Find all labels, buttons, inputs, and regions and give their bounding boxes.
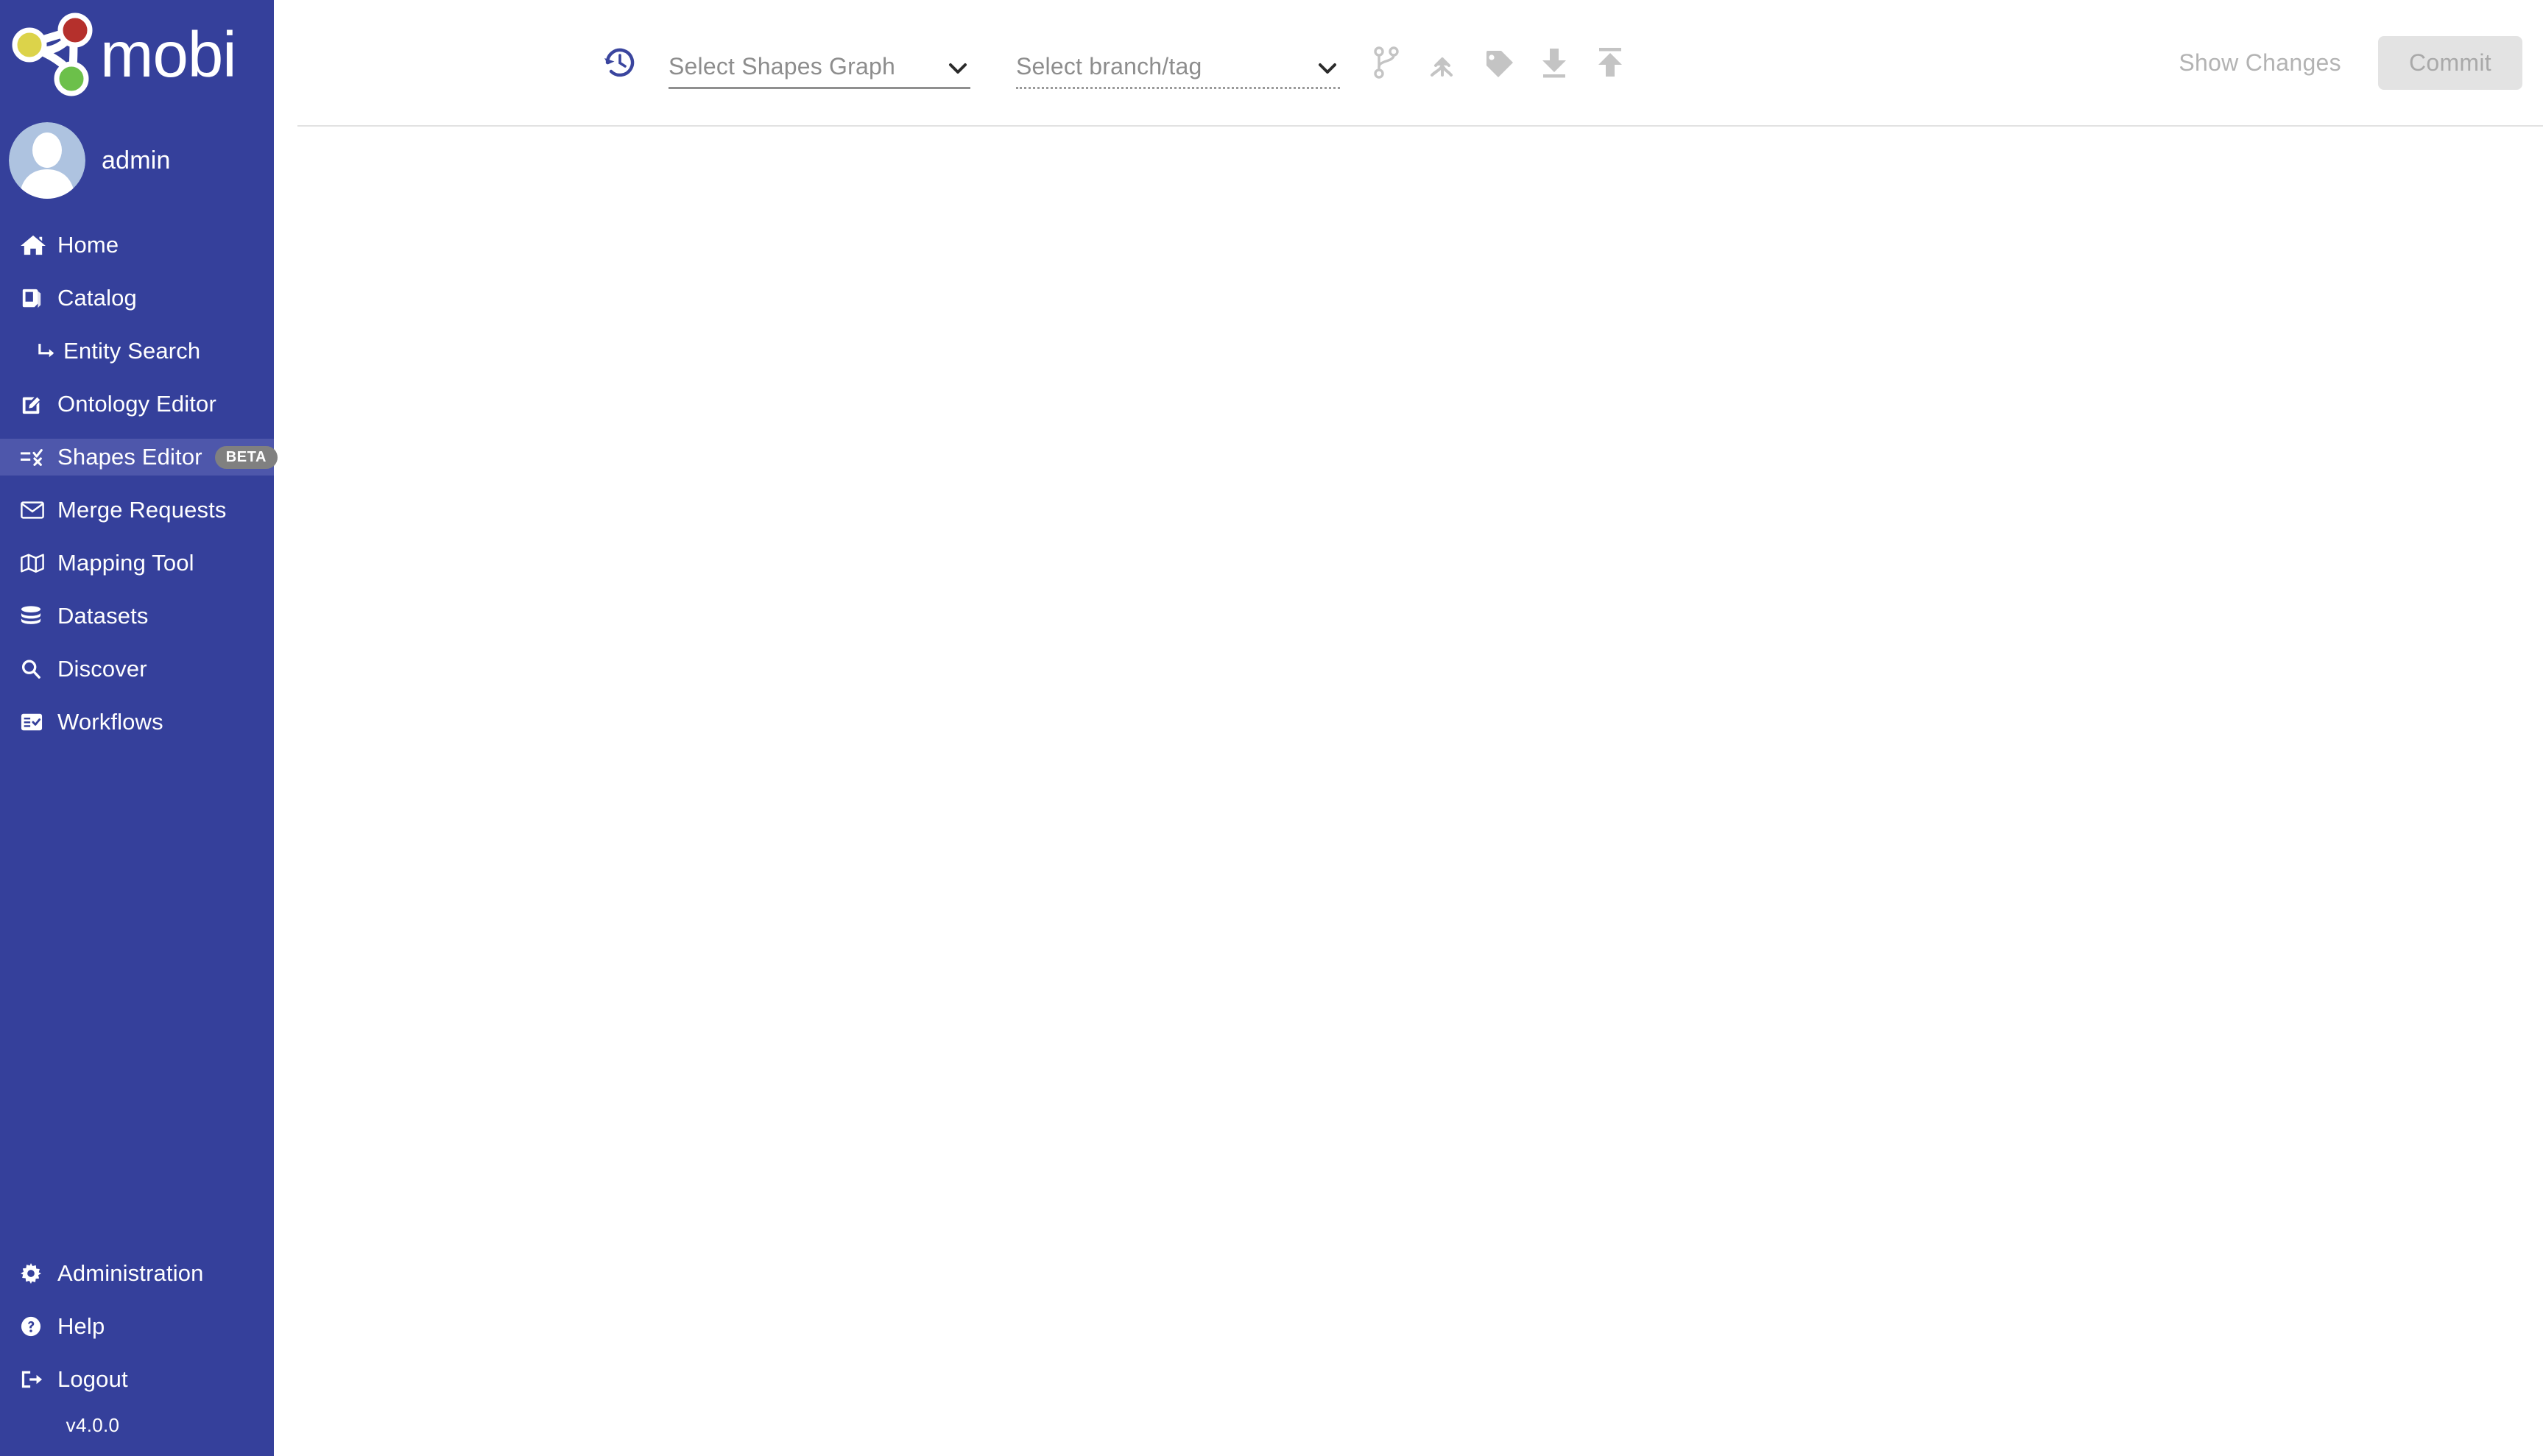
question-circle-icon bbox=[21, 1314, 50, 1339]
sidebar-flex-spacer bbox=[0, 757, 274, 1255]
app-root: mobi admin Home Catalog Entity Search On… bbox=[0, 0, 2543, 1456]
sidebar-nav: Home Catalog Entity Search Ontology Edit… bbox=[0, 227, 278, 757]
sidebar-item-label: Mapping Tool bbox=[57, 550, 194, 576]
sidebar-item-label: Catalog bbox=[57, 285, 137, 311]
user-name: admin bbox=[102, 146, 171, 174]
branch-tag-select[interactable]: Select branch/tag bbox=[1016, 36, 1340, 89]
sidebar-item-merge-requests[interactable]: Merge Requests bbox=[0, 492, 274, 529]
toolbar-actions bbox=[1364, 40, 1643, 85]
sidebar-item-label: Shapes Editor bbox=[57, 444, 202, 470]
sidebar-item-label: Merge Requests bbox=[57, 497, 227, 523]
sidebar-item-label: Entity Search bbox=[63, 338, 201, 364]
sidebar-item-mapping-tool[interactable]: Mapping Tool bbox=[0, 545, 274, 582]
sidebar-item-workflows[interactable]: Workflows bbox=[0, 704, 274, 741]
database-icon bbox=[21, 604, 50, 629]
status-badge: BETA bbox=[214, 445, 278, 469]
sidebar-item-label: Help bbox=[57, 1313, 105, 1339]
code-branch-icon[interactable] bbox=[1364, 40, 1409, 85]
sidebar-item-ontology-editor[interactable]: Ontology Editor bbox=[0, 386, 274, 423]
shapes-editor-toolbar: Select Shapes Graph Select branch/tag Sh… bbox=[297, 0, 2543, 127]
sidebar-item-label: Administration bbox=[57, 1260, 204, 1286]
chevron-down-icon bbox=[1315, 55, 1340, 80]
envelope-icon bbox=[21, 498, 50, 523]
sidebar-item-shapes-editor[interactable]: Shapes Editor BETA bbox=[0, 439, 278, 476]
show-changes-button[interactable]: Show Changes bbox=[2164, 39, 2356, 87]
download-icon[interactable] bbox=[1531, 40, 1577, 85]
tag-icon[interactable] bbox=[1475, 40, 1521, 85]
shapes-editor-content bbox=[297, 127, 2543, 1456]
main-area: Select Shapes Graph Select branch/tag Sh… bbox=[274, 0, 2543, 1456]
select-underline-disabled bbox=[1016, 87, 1340, 89]
brand-name: mobi bbox=[100, 18, 237, 91]
pencil-square-icon bbox=[21, 392, 50, 417]
home-icon bbox=[21, 233, 50, 258]
arrow-turn-down-right-icon bbox=[37, 339, 60, 364]
sidebar-item-datasets[interactable]: Datasets bbox=[0, 598, 274, 635]
shapes-validate-icon bbox=[21, 445, 50, 470]
shapes-graph-select[interactable]: Select Shapes Graph bbox=[669, 36, 970, 89]
sidebar-item-discover[interactable]: Discover bbox=[0, 651, 274, 688]
gear-icon bbox=[21, 1261, 50, 1286]
search-icon bbox=[21, 657, 50, 682]
sidebar-item-label: Discover bbox=[57, 656, 147, 682]
mobi-graph-logo-icon bbox=[10, 11, 97, 98]
chevron-down-icon bbox=[945, 55, 970, 80]
sidebar-item-logout[interactable]: Logout bbox=[0, 1361, 274, 1398]
history-clock-icon[interactable] bbox=[599, 42, 641, 83]
sign-out-icon bbox=[21, 1367, 50, 1392]
sidebar-item-label: Workflows bbox=[57, 709, 163, 735]
sidebar-item-help[interactable]: Help bbox=[0, 1308, 274, 1345]
sidebar-item-label: Ontology Editor bbox=[57, 391, 216, 417]
sidebar-item-catalog[interactable]: Catalog bbox=[0, 280, 274, 317]
book-icon bbox=[21, 286, 50, 311]
upload-icon[interactable] bbox=[1587, 40, 1633, 85]
sidebar-bottom-nav: Administration Help Logout v4.0.0 bbox=[0, 1255, 274, 1456]
select-underline bbox=[669, 87, 970, 89]
sidebar-item-entity-search[interactable]: Entity Search bbox=[0, 333, 274, 370]
sidebar-item-home[interactable]: Home bbox=[0, 227, 274, 264]
avatar bbox=[9, 122, 85, 199]
branch-tag-select-placeholder: Select branch/tag bbox=[1016, 53, 1202, 79]
sidebar: mobi admin Home Catalog Entity Search On… bbox=[0, 0, 278, 1456]
app-version: v4.0.0 bbox=[66, 1414, 120, 1436]
list-check-icon bbox=[21, 710, 50, 735]
map-icon bbox=[21, 551, 50, 576]
commit-button[interactable]: Commit bbox=[2377, 35, 2522, 90]
sidebar-item-label: Logout bbox=[57, 1366, 128, 1392]
shapes-graph-select-placeholder: Select Shapes Graph bbox=[669, 53, 895, 79]
sidebar-item-label: Home bbox=[57, 232, 119, 258]
arrow-merge-icon[interactable] bbox=[1419, 40, 1465, 85]
sidebar-item-label: Datasets bbox=[57, 603, 149, 629]
brand-logo[interactable]: mobi bbox=[0, 0, 274, 109]
sidebar-item-administration[interactable]: Administration bbox=[0, 1255, 274, 1292]
user-profile[interactable]: admin bbox=[0, 109, 274, 212]
